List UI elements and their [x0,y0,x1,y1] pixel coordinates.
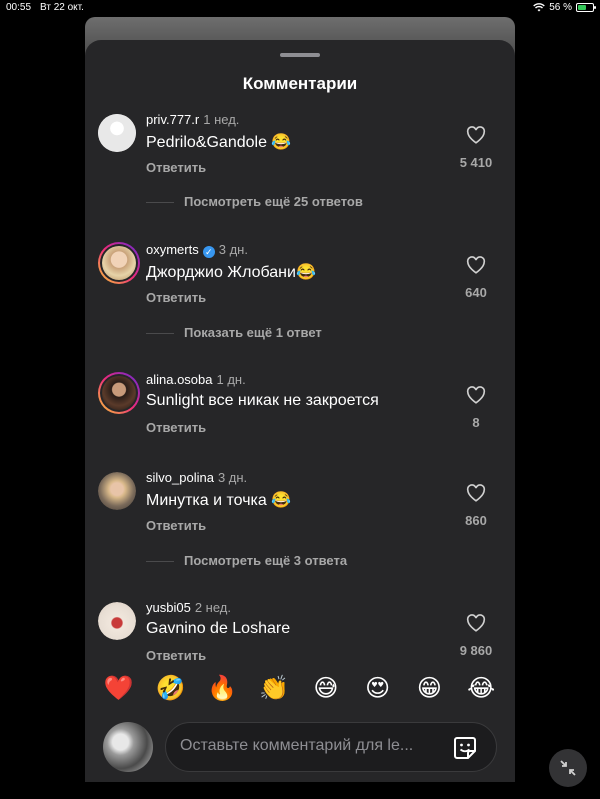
reply-button[interactable]: Ответить [146,518,206,533]
heart-icon [466,484,486,502]
like-button[interactable]: 5 410 [451,126,501,170]
heart-icon [466,386,486,404]
comment-username[interactable]: alina.osoba [146,372,213,387]
comment-username[interactable]: oxymerts [146,242,199,257]
comment-time: 3 дн. [218,242,248,257]
emoji-joy[interactable]: 😂 [466,676,496,700]
sticker-icon[interactable] [452,735,478,761]
comment-input-box[interactable] [165,722,497,772]
user-avatar[interactable] [98,114,136,152]
like-button[interactable]: 9 860 [451,614,501,658]
view-more-replies[interactable]: Посмотреть ещё 25 ответов [146,194,363,209]
comment-time: 1 дн. [216,372,246,387]
comment-composer [85,718,515,782]
comment-time: 3 дн. [217,470,248,485]
emoji-clap[interactable]: 👏 [259,676,289,700]
status-time: 00:55 [6,2,32,13]
collapse-icon [560,760,576,776]
comment-username[interactable]: priv.777.r [146,112,199,127]
collapse-button[interactable] [549,749,587,787]
emoji-fire[interactable]: 🔥 [207,676,237,700]
heart-icon [466,256,486,274]
like-button[interactable]: 8 [451,386,501,430]
reply-button[interactable]: Ответить [146,420,206,435]
emoji-sweat-smile[interactable]: 😅 [311,676,341,700]
heart-icon [466,126,486,144]
comment-time: 2 нед. [194,600,231,615]
reply-button[interactable]: Ответить [146,648,206,663]
reply-button[interactable]: Ответить [146,160,206,175]
reply-button[interactable]: Ответить [146,290,206,305]
user-avatar[interactable] [98,242,140,284]
battery-icon [576,3,596,12]
emoji-heart-eyes[interactable]: 😍 [363,676,393,700]
emoji-grin[interactable]: 😁 [414,676,444,700]
status-right: 56 % [533,2,596,13]
comment-time: 1 нед. [203,112,240,127]
user-avatar[interactable] [98,602,136,640]
verified-badge-icon: ✓ [202,246,215,258]
status-bar: 00:55 Вт 22 окт. 56 % [0,0,600,16]
comment-text: Sunlight все никак не закроется [146,392,379,409]
comment-text: Pedrilo&Gandole 😂 [146,134,292,151]
like-count: 5 410 [459,155,493,170]
comment-username[interactable]: silvo_polina [146,470,214,485]
wifi-icon [533,3,545,12]
emoji-heart[interactable]: ❤️ [104,676,134,700]
drag-handle[interactable] [280,53,320,57]
battery-percent: 56 % [549,2,572,13]
like-count: 640 [465,285,487,300]
sheet-title: Комментарии [242,74,358,93]
comment-text: Gavnino de Loshare [146,620,291,637]
emoji-rofl[interactable]: 🤣 [156,676,186,700]
view-more-replies[interactable]: Посмотреть ещё 3 ответа [146,553,347,568]
like-count: 860 [465,513,487,528]
comment-text: Джорджио Жлобани😂 [146,264,316,281]
comments-sheet: Комментарии priv.777.r 1 нед. Pedrilo&Gan… [85,40,515,782]
comment-username[interactable]: yusbi05 [146,600,191,615]
emoji-bar: ❤️ 🤣 🔥 👏 😅 😍 😁 😂 [85,668,515,708]
user-avatar[interactable] [98,372,140,414]
comment-input[interactable] [180,737,430,755]
like-button[interactable]: 860 [451,484,501,528]
heart-icon [466,614,486,632]
comment-list[interactable]: priv.777.r 1 нед. Pedrilo&Gandole 😂 Ответ… [85,108,515,700]
like-count: 9 860 [459,643,493,658]
status-date: Вт 22 окт. [40,2,84,13]
like-count: 8 [472,415,480,430]
view-more-replies[interactable]: Показать ещё 1 ответ [146,325,322,340]
my-avatar [103,722,153,772]
like-button[interactable]: 640 [451,256,501,300]
user-avatar[interactable] [98,472,136,510]
comment-text: Минутка и точка 😂 [146,492,292,509]
